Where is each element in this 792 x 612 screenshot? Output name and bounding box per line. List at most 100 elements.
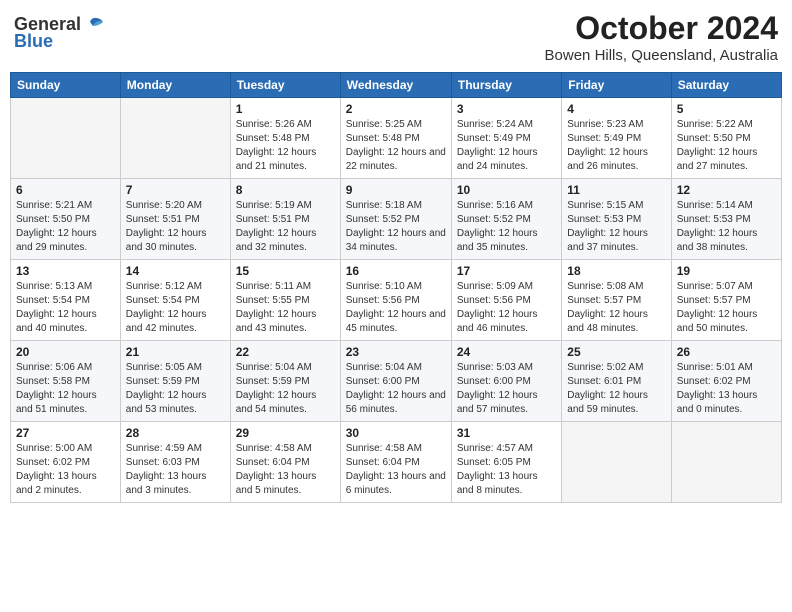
day-info: Sunrise: 5:25 AM Sunset: 5:48 PM Dayligh… bbox=[346, 118, 446, 174]
day-info: Sunrise: 5:03 AM Sunset: 6:00 PM Dayligh… bbox=[457, 361, 556, 417]
day-info: Sunrise: 5:24 AM Sunset: 5:49 PM Dayligh… bbox=[457, 118, 556, 174]
day-cell: 28 Sunrise: 4:59 AM Sunset: 6:03 PM Dayli… bbox=[120, 422, 230, 503]
day-number: 3 bbox=[457, 102, 556, 116]
day-number: 9 bbox=[346, 183, 446, 197]
day-info: Sunrise: 4:58 AM Sunset: 6:04 PM Dayligh… bbox=[346, 442, 446, 498]
day-info: Sunrise: 5:19 AM Sunset: 5:51 PM Dayligh… bbox=[236, 199, 335, 255]
day-info: Sunrise: 5:00 AM Sunset: 6:02 PM Dayligh… bbox=[16, 442, 115, 498]
day-info: Sunrise: 5:14 AM Sunset: 5:53 PM Dayligh… bbox=[677, 199, 776, 255]
day-cell: 17 Sunrise: 5:09 AM Sunset: 5:56 PM Dayli… bbox=[451, 260, 561, 341]
day-number: 29 bbox=[236, 426, 335, 440]
week-row-4: 20Sunrise: 5:06 AM Sunset: 5:58 PM Dayli… bbox=[11, 341, 782, 422]
day-info: Sunrise: 5:23 AM Sunset: 5:49 PM Dayligh… bbox=[567, 118, 665, 174]
day-info: Sunrise: 5:22 AM Sunset: 5:50 PM Dayligh… bbox=[677, 118, 776, 174]
logo: General Blue bbox=[14, 10, 105, 52]
day-number: 7 bbox=[126, 183, 225, 197]
day-cell: 7 Sunrise: 5:20 AM Sunset: 5:51 PM Daylig… bbox=[120, 179, 230, 260]
day-number: 28 bbox=[126, 426, 225, 440]
day-info: Sunrise: 5:09 AM Sunset: 5:56 PM Dayligh… bbox=[457, 280, 556, 336]
day-info: Sunrise: 5:11 AM Sunset: 5:55 PM Dayligh… bbox=[236, 280, 335, 336]
day-info: Sunrise: 5:26 AM Sunset: 5:48 PM Dayligh… bbox=[236, 118, 335, 174]
day-number: 2 bbox=[346, 102, 446, 116]
header-wednesday: Wednesday bbox=[340, 73, 451, 98]
day-cell: 15 Sunrise: 5:11 AM Sunset: 5:55 PM Dayli… bbox=[230, 260, 340, 341]
day-info: Sunrise: 5:07 AM Sunset: 5:57 PM Dayligh… bbox=[677, 280, 776, 336]
day-info: Sunrise: 5:16 AM Sunset: 5:52 PM Dayligh… bbox=[457, 199, 556, 255]
day-cell: 11 Sunrise: 5:15 AM Sunset: 5:53 PM Dayli… bbox=[562, 179, 671, 260]
day-number: 13 bbox=[16, 264, 115, 278]
day-cell: 14Sunrise: 5:12 AM Sunset: 5:54 PM Dayli… bbox=[120, 260, 230, 341]
day-number: 25 bbox=[567, 345, 665, 359]
logo-blue-text: Blue bbox=[14, 31, 53, 52]
day-cell: 30 Sunrise: 4:58 AM Sunset: 6:04 PM Dayli… bbox=[340, 422, 451, 503]
day-number: 24 bbox=[457, 345, 556, 359]
day-number: 18 bbox=[567, 264, 665, 278]
day-info: Sunrise: 5:04 AM Sunset: 5:59 PM Dayligh… bbox=[236, 361, 335, 417]
week-row-3: 13Sunrise: 5:13 AM Sunset: 5:54 PM Dayli… bbox=[11, 260, 782, 341]
day-cell bbox=[671, 422, 781, 503]
day-cell: 20Sunrise: 5:06 AM Sunset: 5:58 PM Dayli… bbox=[11, 341, 121, 422]
day-info: Sunrise: 5:21 AM Sunset: 5:50 PM Dayligh… bbox=[16, 199, 115, 255]
day-number: 1 bbox=[236, 102, 335, 116]
day-cell: 24 Sunrise: 5:03 AM Sunset: 6:00 PM Dayli… bbox=[451, 341, 561, 422]
day-cell: 21 Sunrise: 5:05 AM Sunset: 5:59 PM Dayli… bbox=[120, 341, 230, 422]
header-tuesday: Tuesday bbox=[230, 73, 340, 98]
day-cell bbox=[11, 98, 121, 179]
day-info: Sunrise: 5:02 AM Sunset: 6:01 PM Dayligh… bbox=[567, 361, 665, 417]
day-number: 30 bbox=[346, 426, 446, 440]
day-cell: 25 Sunrise: 5:02 AM Sunset: 6:01 PM Dayli… bbox=[562, 341, 671, 422]
day-info: Sunrise: 5:12 AM Sunset: 5:54 PM Dayligh… bbox=[126, 280, 225, 336]
day-cell: 12 Sunrise: 5:14 AM Sunset: 5:53 PM Dayli… bbox=[671, 179, 781, 260]
day-cell bbox=[562, 422, 671, 503]
day-number: 17 bbox=[457, 264, 556, 278]
month-title: October 2024 bbox=[545, 10, 778, 47]
day-info: Sunrise: 4:57 AM Sunset: 6:05 PM Dayligh… bbox=[457, 442, 556, 498]
day-number: 26 bbox=[677, 345, 776, 359]
day-cell: 8 Sunrise: 5:19 AM Sunset: 5:51 PM Daylig… bbox=[230, 179, 340, 260]
day-cell: 3 Sunrise: 5:24 AM Sunset: 5:49 PM Daylig… bbox=[451, 98, 561, 179]
day-number: 27 bbox=[16, 426, 115, 440]
day-number: 10 bbox=[457, 183, 556, 197]
day-cell: 2 Sunrise: 5:25 AM Sunset: 5:48 PM Daylig… bbox=[340, 98, 451, 179]
day-number: 19 bbox=[677, 264, 776, 278]
day-number: 23 bbox=[346, 345, 446, 359]
day-cell: 26 Sunrise: 5:01 AM Sunset: 6:02 PM Dayli… bbox=[671, 341, 781, 422]
day-cell: 9Sunrise: 5:18 AM Sunset: 5:52 PM Daylig… bbox=[340, 179, 451, 260]
header-thursday: Thursday bbox=[451, 73, 561, 98]
day-number: 8 bbox=[236, 183, 335, 197]
day-number: 5 bbox=[677, 102, 776, 116]
day-number: 15 bbox=[236, 264, 335, 278]
days-header-row: Sunday Monday Tuesday Wednesday Thursday… bbox=[11, 73, 782, 98]
day-number: 20 bbox=[16, 345, 115, 359]
day-number: 12 bbox=[677, 183, 776, 197]
day-cell: 6 Sunrise: 5:21 AM Sunset: 5:50 PM Daylig… bbox=[11, 179, 121, 260]
title-section: October 2024 Bowen Hills, Queensland, Au… bbox=[545, 10, 778, 64]
day-number: 11 bbox=[567, 183, 665, 197]
week-row-1: 1 Sunrise: 5:26 AM Sunset: 5:48 PM Daylig… bbox=[11, 98, 782, 179]
day-cell: 31Sunrise: 4:57 AM Sunset: 6:05 PM Dayli… bbox=[451, 422, 561, 503]
day-cell: 10 Sunrise: 5:16 AM Sunset: 5:52 PM Dayli… bbox=[451, 179, 561, 260]
day-number: 21 bbox=[126, 345, 225, 359]
week-row-5: 27 Sunrise: 5:00 AM Sunset: 6:02 PM Dayli… bbox=[11, 422, 782, 503]
day-info: Sunrise: 5:05 AM Sunset: 5:59 PM Dayligh… bbox=[126, 361, 225, 417]
day-number: 16 bbox=[346, 264, 446, 278]
day-cell: 13Sunrise: 5:13 AM Sunset: 5:54 PM Dayli… bbox=[11, 260, 121, 341]
location-title: Bowen Hills, Queensland, Australia bbox=[545, 47, 778, 64]
day-number: 22 bbox=[236, 345, 335, 359]
day-info: Sunrise: 5:10 AM Sunset: 5:56 PM Dayligh… bbox=[346, 280, 446, 336]
week-row-2: 6 Sunrise: 5:21 AM Sunset: 5:50 PM Daylig… bbox=[11, 179, 782, 260]
logo-bird-icon bbox=[83, 16, 105, 34]
header-saturday: Saturday bbox=[671, 73, 781, 98]
calendar-table: Sunday Monday Tuesday Wednesday Thursday… bbox=[10, 72, 782, 503]
day-cell: 5 Sunrise: 5:22 AM Sunset: 5:50 PM Daylig… bbox=[671, 98, 781, 179]
header-friday: Friday bbox=[562, 73, 671, 98]
day-cell: 29Sunrise: 4:58 AM Sunset: 6:04 PM Dayli… bbox=[230, 422, 340, 503]
day-info: Sunrise: 5:15 AM Sunset: 5:53 PM Dayligh… bbox=[567, 199, 665, 255]
day-info: Sunrise: 5:20 AM Sunset: 5:51 PM Dayligh… bbox=[126, 199, 225, 255]
day-cell: 16 Sunrise: 5:10 AM Sunset: 5:56 PM Dayli… bbox=[340, 260, 451, 341]
day-number: 6 bbox=[16, 183, 115, 197]
day-cell: 27 Sunrise: 5:00 AM Sunset: 6:02 PM Dayli… bbox=[11, 422, 121, 503]
day-info: Sunrise: 5:01 AM Sunset: 6:02 PM Dayligh… bbox=[677, 361, 776, 417]
day-info: Sunrise: 4:59 AM Sunset: 6:03 PM Dayligh… bbox=[126, 442, 225, 498]
day-cell: 4Sunrise: 5:23 AM Sunset: 5:49 PM Daylig… bbox=[562, 98, 671, 179]
